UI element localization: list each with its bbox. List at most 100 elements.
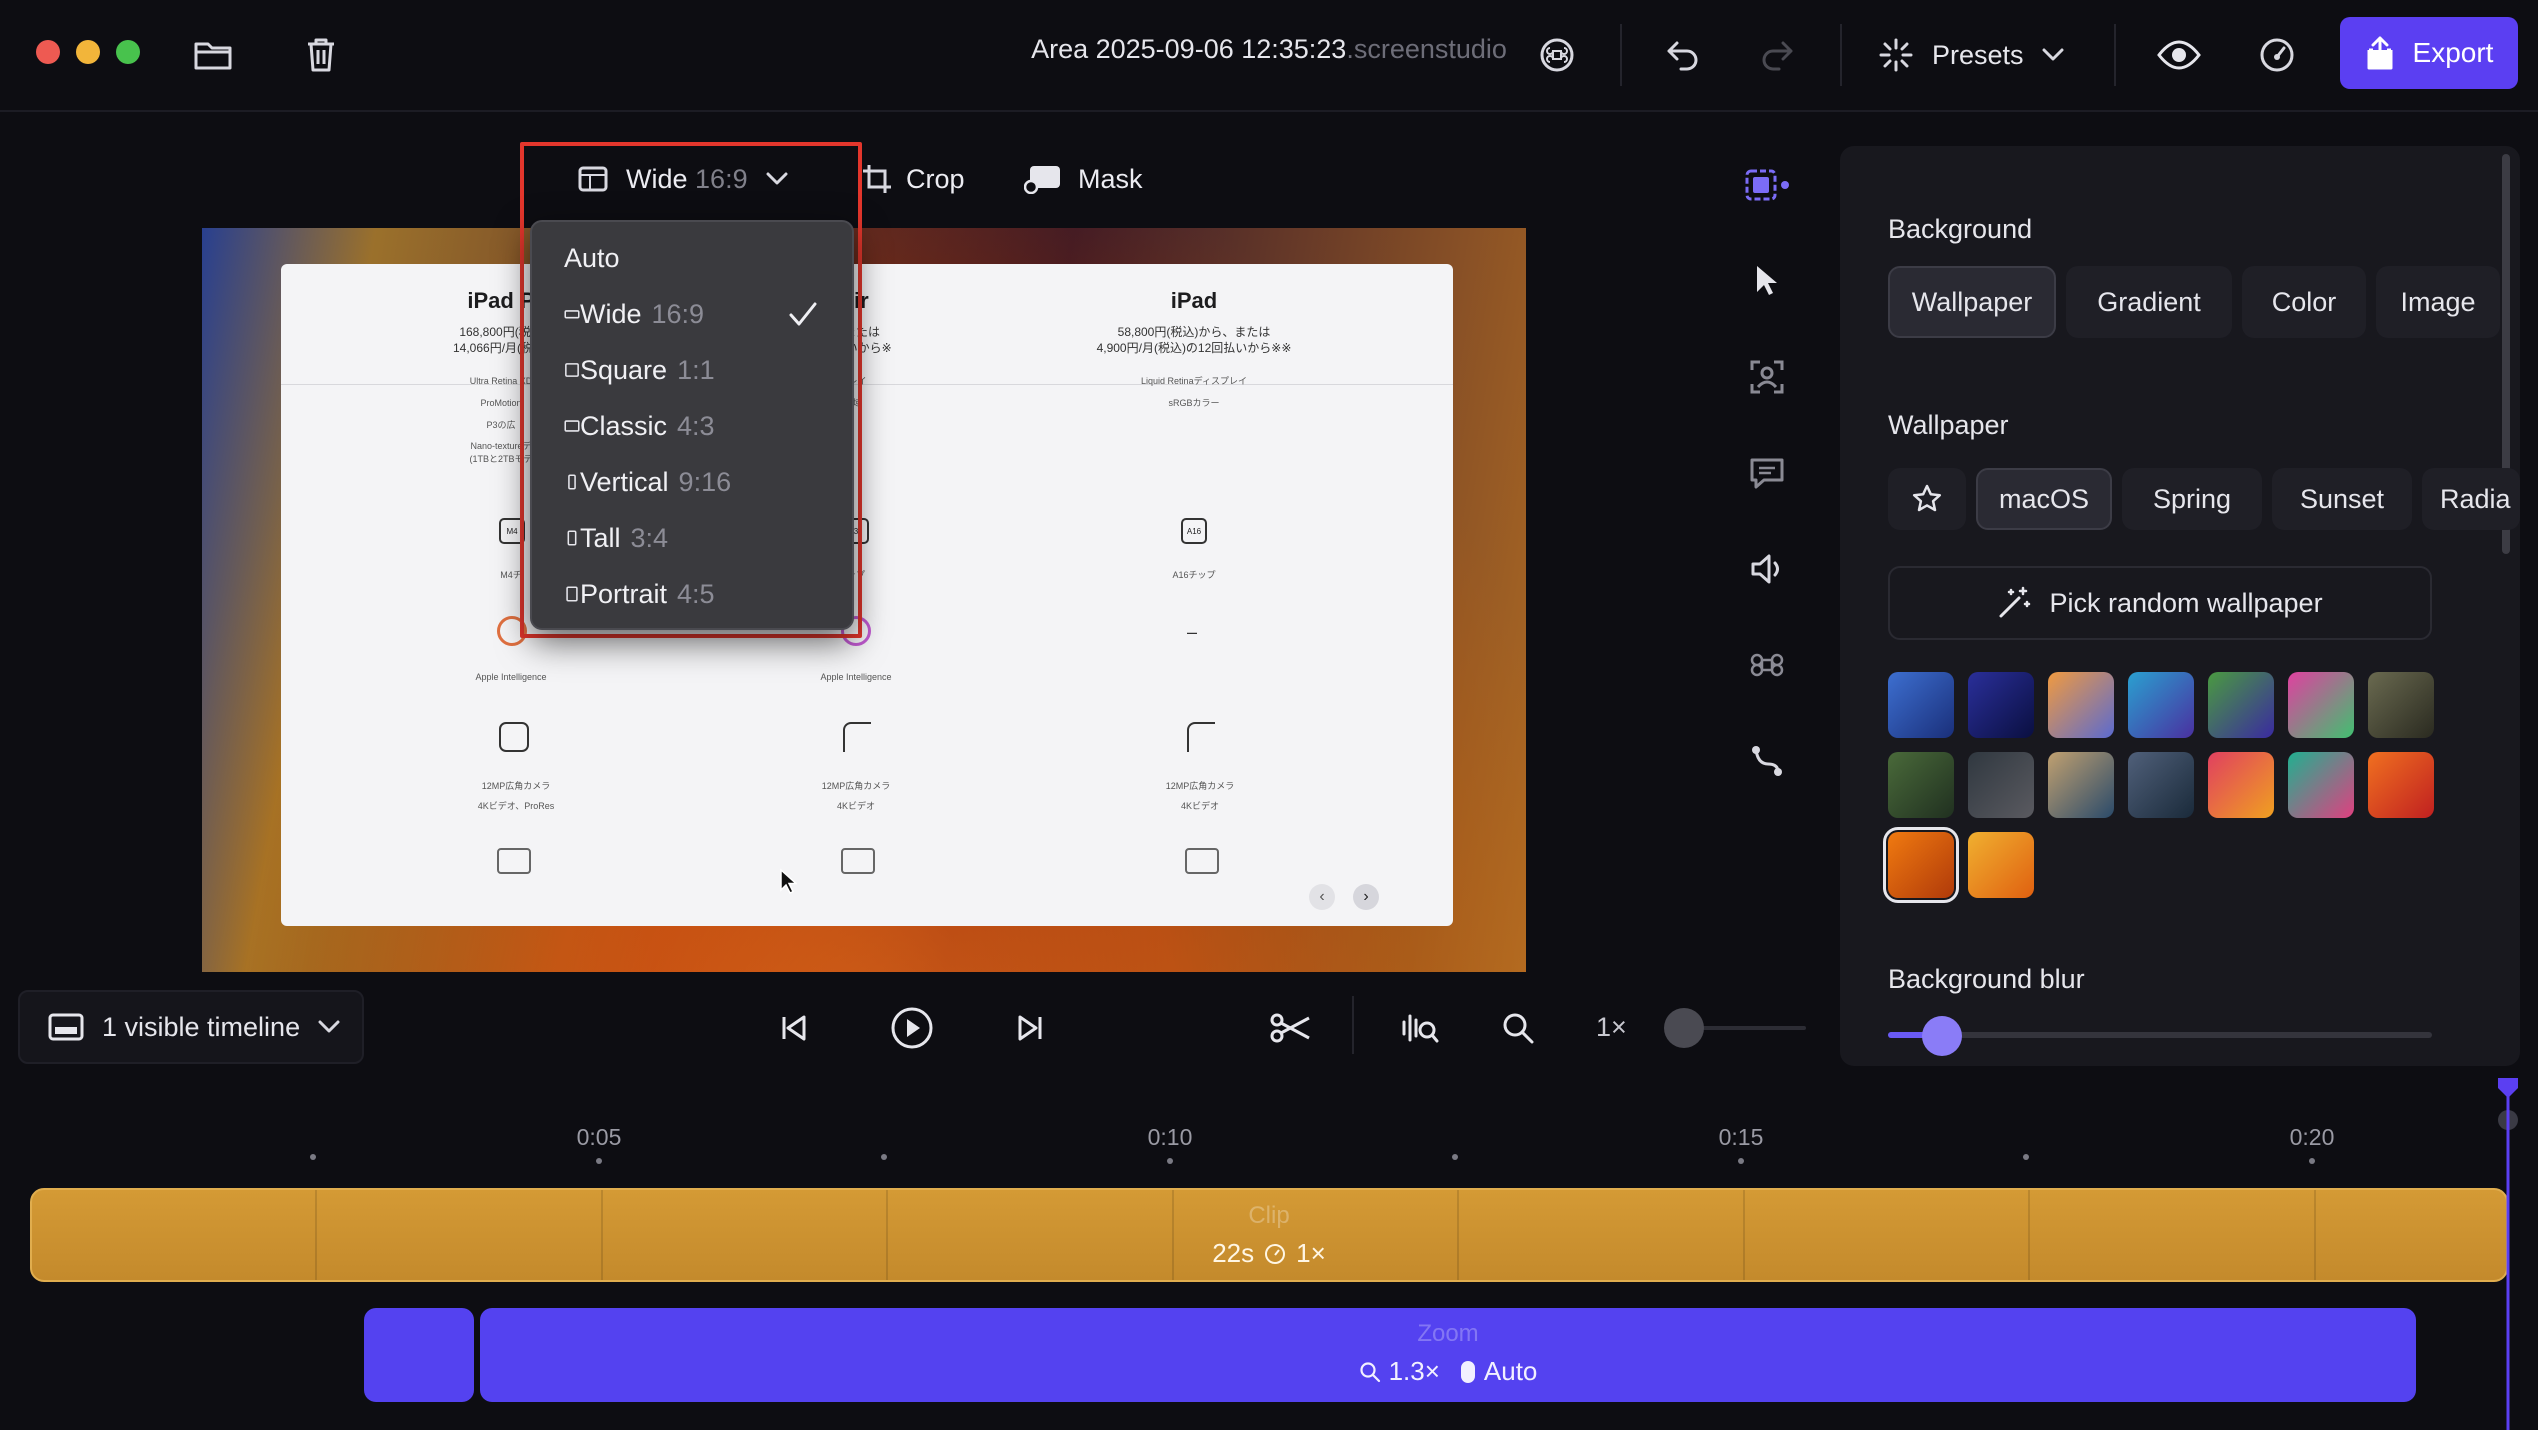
- aspect-option-square[interactable]: Square 1:1: [532, 342, 852, 398]
- zoom-segment[interactable]: [364, 1308, 474, 1402]
- captions-tab[interactable]: [1742, 448, 1792, 498]
- delete-button[interactable]: [296, 30, 346, 80]
- visible-timeline-dropdown[interactable]: 1 visible timeline: [18, 990, 364, 1064]
- recorded-page: iPad P 168,800円(税込 14,066円/月(税込) Ultra R…: [281, 264, 1453, 926]
- preview-canvas[interactable]: iPad P 168,800円(税込 14,066円/月(税込) Ultra R…: [202, 228, 1526, 972]
- aspect-option-tall[interactable]: Tall 3:4: [532, 510, 852, 566]
- mask-button[interactable]: Mask: [1024, 154, 1143, 204]
- camera-tab[interactable]: [1742, 352, 1792, 402]
- product-title: iPad: [1170, 288, 1218, 313]
- wallpaper-thumbnail[interactable]: [2048, 752, 2114, 818]
- timeline-scale-track[interactable]: [1700, 1026, 1806, 1030]
- wallpaper-thumbnail[interactable]: [2368, 672, 2434, 738]
- tick-label: 0:10: [1147, 1124, 1193, 1150]
- clip-info: 22s 1×: [32, 1238, 2506, 1269]
- zoom-segment[interactable]: Zoom 1.3× Auto: [480, 1308, 2416, 1402]
- split-clip-button[interactable]: [1264, 1002, 1316, 1054]
- tab-wallpaper[interactable]: Wallpaper: [1888, 266, 2056, 338]
- wallpaper-thumbnail[interactable]: [1968, 752, 2034, 818]
- product-price: 4,900円/月(税込)の12回払いから※※: [1096, 341, 1292, 355]
- pick-random-wallpaper-button[interactable]: Pick random wallpaper: [1888, 566, 2432, 640]
- mouse-icon: [1460, 1360, 1475, 1383]
- option-ratio: 4:5: [677, 578, 715, 609]
- wallpaper-thumbnail[interactable]: [2288, 752, 2354, 818]
- tick-label: 0:05: [576, 1124, 622, 1150]
- skip-forward-button[interactable]: [1004, 1002, 1056, 1054]
- clip-duration: 22s: [1212, 1238, 1255, 1268]
- keyboard-tab[interactable]: [1742, 640, 1792, 690]
- wallpaper-thumbnail[interactable]: [2208, 672, 2274, 738]
- close-window-button[interactable]: [36, 40, 60, 64]
- aspect-option-portrait[interactable]: Portrait 4:5: [532, 566, 852, 622]
- wallpaper-thumbnail[interactable]: [2288, 672, 2354, 738]
- tab-gradient[interactable]: Gradient: [2066, 266, 2232, 338]
- device-frame-icon: [1185, 848, 1219, 874]
- aspect-option-vertical[interactable]: Vertical 9:16: [532, 454, 852, 510]
- maximize-window-button[interactable]: [116, 40, 140, 64]
- wallpaper-thumbnail[interactable]: [1968, 672, 2034, 738]
- audio-zoom-button[interactable]: [1394, 1002, 1446, 1054]
- play-button[interactable]: [886, 1002, 938, 1054]
- zoom-info: 1.3× Auto: [480, 1356, 2416, 1387]
- wallpaper-thumbnail[interactable]: [1883, 827, 1959, 903]
- wallpaper-thumbnail[interactable]: [2128, 752, 2194, 818]
- frame-select-icon: [1745, 169, 1789, 201]
- performance-button[interactable]: [2252, 30, 2302, 80]
- option-label: Classic: [580, 410, 668, 441]
- skip-back-button[interactable]: [768, 1002, 820, 1054]
- magnifier-icon: [1503, 1013, 1534, 1044]
- blur-slider-handle[interactable]: [1922, 1016, 1963, 1056]
- wallpaper-thumbnail[interactable]: [1968, 832, 2034, 898]
- blur-slider-track[interactable]: [1888, 1032, 2432, 1038]
- background-tab[interactable]: [1742, 160, 1792, 210]
- camera-caption: 12MP広角カメラ 4Kビデオ、ProRes: [477, 781, 555, 811]
- option-label: Vertical: [580, 466, 669, 497]
- device-frame-icon: [497, 848, 531, 874]
- magic-wand-icon: [1999, 586, 2031, 618]
- crop-button[interactable]: Crop: [862, 154, 965, 204]
- tick-label: 0:15: [1718, 1124, 1764, 1150]
- open-folder-button[interactable]: [188, 30, 238, 80]
- tab-image[interactable]: Image: [2376, 266, 2500, 338]
- export-button[interactable]: Export: [2340, 17, 2518, 89]
- clip-track[interactable]: Clip 22s 1×: [30, 1188, 2508, 1282]
- wallpaper-thumbnail[interactable]: [2208, 752, 2274, 818]
- cursor-tab[interactable]: [1742, 256, 1792, 306]
- tab-radial[interactable]: Radia: [2422, 468, 2520, 530]
- wallpaper-thumbnail[interactable]: [1888, 752, 1954, 818]
- undo-icon: [1667, 41, 1698, 71]
- minimize-window-button[interactable]: [76, 40, 100, 64]
- timeline-scale-handle[interactable]: [1664, 1008, 1704, 1048]
- aspect-option-classic[interactable]: Classic 4:3: [532, 398, 852, 454]
- option-label: Tall: [580, 522, 621, 553]
- tab-macos[interactable]: macOS: [1976, 468, 2112, 530]
- sparkle-icon: [1879, 38, 1913, 72]
- timeline-zoom-button[interactable]: [1492, 1002, 1544, 1054]
- motion-tab[interactable]: [1742, 736, 1792, 786]
- aspect-option-wide[interactable]: Wide 16:9: [532, 286, 852, 342]
- wallpaper-thumbnail[interactable]: [2368, 752, 2434, 818]
- preview-button[interactable]: [2154, 30, 2204, 80]
- aspect-option-auto[interactable]: Auto: [532, 230, 852, 286]
- undo-button[interactable]: [1658, 30, 1708, 80]
- shortcuts-button[interactable]: [1532, 30, 1582, 80]
- wallpaper-thumbnail[interactable]: [1888, 672, 1954, 738]
- tab-color[interactable]: Color: [2242, 266, 2366, 338]
- tab-spring[interactable]: Spring: [2122, 468, 2262, 530]
- redo-button[interactable]: [1752, 30, 1802, 80]
- prev-page-button: ‹: [1309, 884, 1335, 910]
- gauge-icon: [2260, 38, 2294, 72]
- chevron-down-icon: [2042, 48, 2064, 61]
- device-frame-icon: [841, 848, 875, 874]
- play-circle-icon: [891, 1007, 933, 1049]
- wallpaper-thumbnail[interactable]: [2128, 672, 2194, 738]
- star-icon: [1912, 484, 1942, 512]
- background-section-title: Background: [1888, 214, 2033, 244]
- favorites-tab[interactable]: [1888, 468, 1966, 530]
- tick-mark: [310, 1154, 316, 1160]
- tab-sunset[interactable]: Sunset: [2272, 468, 2412, 530]
- audio-tab[interactable]: [1742, 544, 1792, 594]
- wallpaper-thumbnail[interactable]: [2048, 672, 2114, 738]
- playhead[interactable]: [2494, 1076, 2522, 1430]
- presets-dropdown[interactable]: Presets: [1878, 26, 2064, 84]
